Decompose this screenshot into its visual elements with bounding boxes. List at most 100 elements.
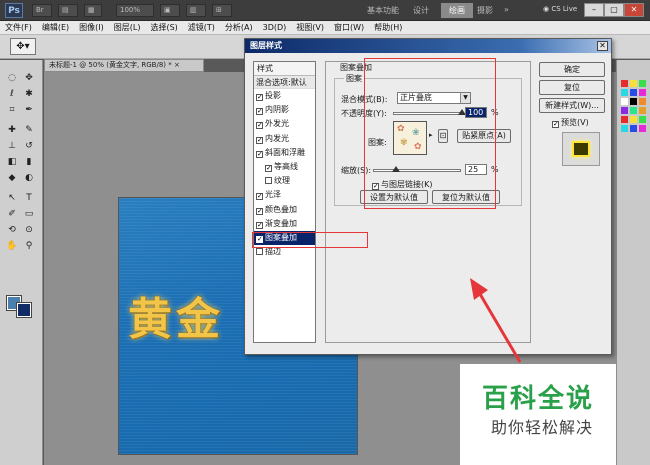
style-item-2[interactable]: ✓ 外发光 <box>254 117 315 131</box>
style-checkbox-icon[interactable]: ✓ <box>256 221 263 229</box>
style-checkbox-icon[interactable] <box>265 177 272 185</box>
minimize-button[interactable]: – <box>584 3 604 17</box>
zoom-select[interactable]: 100% <box>116 4 154 17</box>
path-select-icon[interactable]: ↖ <box>5 192 19 205</box>
style-checkbox-icon[interactable] <box>256 248 263 256</box>
screen-mode-icon[interactable]: ▣ <box>160 4 180 17</box>
hand-zoom-icon[interactable]: ⊞ <box>212 4 232 17</box>
3d-rotate-icon[interactable]: ⟲ <box>5 224 19 237</box>
menu-item-4[interactable]: 选择(S) <box>145 21 182 35</box>
style-item-1[interactable]: ✓ 内阴影 <box>254 103 315 117</box>
document-tab[interactable]: 未标题-1 @ 50% (黄金文字, RGB/8) * × <box>44 59 204 72</box>
style-item-9[interactable]: ✓ 渐变叠加 <box>254 217 315 231</box>
marquee-icon[interactable]: ◌ <box>5 72 19 85</box>
type-icon[interactable]: T <box>22 192 36 205</box>
menu-item-1[interactable]: 编辑(E) <box>37 21 74 35</box>
menu-item-3[interactable]: 图层(L) <box>109 21 146 35</box>
new-style-button[interactable]: 新建样式(W)... <box>539 98 605 113</box>
workspace-design[interactable]: 设计 <box>413 5 429 16</box>
color-swatch[interactable] <box>630 89 637 96</box>
menu-item-0[interactable]: 文件(F) <box>0 21 37 35</box>
shape-icon[interactable]: ▭ <box>22 208 36 221</box>
menu-item-2[interactable]: 图像(I) <box>74 21 109 35</box>
color-swatch[interactable] <box>621 98 628 105</box>
brush-icon[interactable]: ✎ <box>22 124 36 137</box>
style-item-4[interactable]: ✓ 斜面和浮雕 <box>254 146 315 160</box>
reset-button[interactable]: 复位 <box>539 80 605 95</box>
style-checkbox-icon[interactable]: ✓ <box>256 207 263 215</box>
workspace-basic[interactable]: 基本功能 <box>367 5 399 16</box>
dodge-icon[interactable]: ◐ <box>22 172 36 185</box>
color-swatch[interactable] <box>630 125 637 132</box>
color-swatch[interactable] <box>639 89 646 96</box>
background-color-swatch[interactable] <box>16 302 32 318</box>
color-swatch[interactable] <box>639 107 646 114</box>
color-swatch[interactable] <box>630 107 637 114</box>
crop-icon[interactable]: ⌗ <box>5 104 19 117</box>
extras-icon[interactable]: ▦ <box>84 4 102 17</box>
style-checkbox-icon[interactable]: ✓ <box>256 150 263 158</box>
magic-wand-icon[interactable]: ✱ <box>22 88 36 101</box>
eraser-icon[interactable]: ◧ <box>5 156 19 169</box>
close-button[interactable]: ✕ <box>624 3 644 17</box>
lasso-icon[interactable]: ℓ <box>5 88 19 101</box>
color-swatch[interactable] <box>621 107 628 114</box>
color-swatch[interactable] <box>639 116 646 123</box>
color-swatch[interactable] <box>639 80 646 87</box>
style-checkbox-icon[interactable]: ✓ <box>256 136 263 144</box>
history-brush-icon[interactable]: ↺ <box>22 140 36 153</box>
menu-item-7[interactable]: 3D(D) <box>258 21 292 35</box>
3d-orbit-icon[interactable]: ⊙ <box>22 224 36 237</box>
workspace-painting[interactable]: 绘画 <box>441 3 473 18</box>
healing-icon[interactable]: ✚ <box>5 124 19 137</box>
style-item-5[interactable]: ✓ 等高线 <box>254 160 315 174</box>
move-icon[interactable]: ✥ <box>22 72 36 85</box>
move-tool-preset-icon[interactable]: ✥▾ <box>10 38 36 55</box>
color-swatch[interactable] <box>621 80 628 87</box>
color-swatch[interactable] <box>621 125 628 132</box>
style-checkbox-icon[interactable]: ✓ <box>265 164 272 172</box>
restore-button[interactable]: ▢ <box>604 3 624 17</box>
minibridge-icon[interactable]: ▤ <box>58 4 78 17</box>
dialog-close-icon[interactable]: ✕ <box>597 41 608 51</box>
color-swatch[interactable] <box>621 116 628 123</box>
style-checkbox-icon[interactable]: ✓ <box>256 193 263 201</box>
style-item-3[interactable]: ✓ 内发光 <box>254 132 315 146</box>
style-item-7[interactable]: ✓ 光泽 <box>254 188 315 202</box>
style-checkbox-icon[interactable]: ✓ <box>256 94 263 101</box>
cs-live-label: CS Live <box>551 5 578 13</box>
pen-icon[interactable]: ✐ <box>5 208 19 221</box>
zoom-icon[interactable]: ⚲ <box>22 240 36 253</box>
color-swatch[interactable] <box>639 125 646 132</box>
styles-header[interactable]: 样式 <box>254 62 315 76</box>
menu-item-9[interactable]: 窗口(W) <box>329 21 369 35</box>
ok-button[interactable]: 确定 <box>539 62 605 77</box>
color-swatch[interactable] <box>630 80 637 87</box>
menu-item-6[interactable]: 分析(A) <box>220 21 258 35</box>
gradient-icon[interactable]: ▮ <box>22 156 36 169</box>
color-swatch[interactable] <box>630 98 637 105</box>
workspace-overflow-icon[interactable]: » <box>504 5 509 14</box>
blur-icon[interactable]: ◆ <box>5 172 19 185</box>
stamp-icon[interactable]: ⊥ <box>5 140 19 153</box>
color-swatch[interactable] <box>639 98 646 105</box>
menu-item-8[interactable]: 视图(V) <box>291 21 329 35</box>
style-checkbox-icon[interactable]: ✓ <box>256 122 263 130</box>
style-item-6[interactable]: 纹理 <box>254 174 315 188</box>
bridge-icon[interactable]: Br <box>32 4 52 17</box>
arrange-icon[interactable]: ▥ <box>186 4 206 17</box>
eyedropper-icon[interactable]: ✒ <box>22 104 36 117</box>
workspace-photography[interactable]: 摄影 <box>477 5 493 16</box>
menu-item-10[interactable]: 帮助(H) <box>369 21 407 35</box>
blend-options-item[interactable]: 混合选项:默认 <box>254 76 315 89</box>
preview-checkbox[interactable]: ✓ 预览(V) <box>552 117 589 128</box>
style-item-8[interactable]: ✓ 颜色叠加 <box>254 203 315 217</box>
hand-icon[interactable]: ✋ <box>5 240 19 253</box>
cs-live-button[interactable]: ◉ CS Live <box>543 5 577 13</box>
menu-item-5[interactable]: 滤镜(T) <box>183 21 220 35</box>
document-tab-close-icon[interactable]: × <box>174 61 180 69</box>
style-item-0[interactable]: ✓ 投影 <box>254 89 315 103</box>
color-swatch[interactable] <box>630 116 637 123</box>
color-swatch[interactable] <box>621 89 628 96</box>
style-checkbox-icon[interactable]: ✓ <box>256 108 263 116</box>
